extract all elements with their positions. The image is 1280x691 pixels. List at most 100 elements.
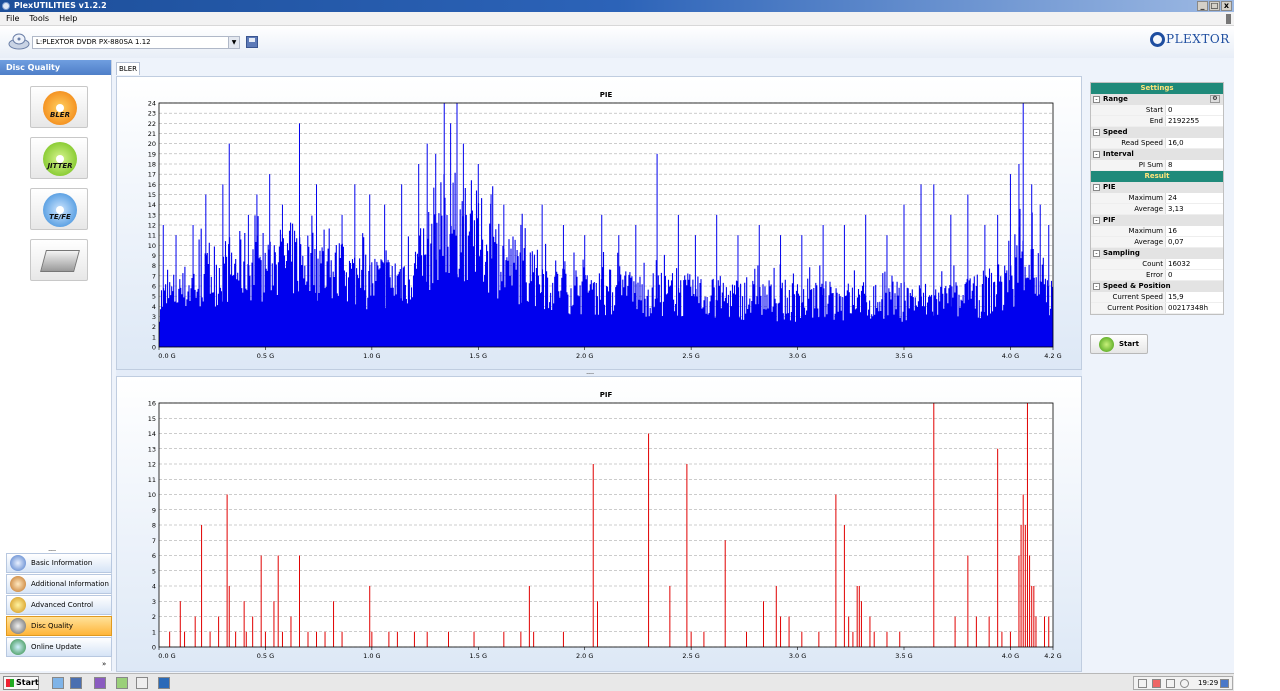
minimize-button[interactable]: _ <box>1197 1 1208 11</box>
app-taskbar-icon[interactable] <box>116 677 128 689</box>
nav-additional-information[interactable]: Additional Information <box>6 574 112 594</box>
pif-y-tick-label: 0 <box>152 644 156 652</box>
pi-sum-value[interactable]: 8 <box>1166 160 1223 170</box>
tray-security-icon[interactable] <box>1152 679 1161 688</box>
collapse-icon[interactable]: - <box>1093 283 1100 290</box>
tefe-disc-icon: TE/FE <box>43 193 77 227</box>
count-key: Count <box>1091 259 1166 269</box>
window-title: PlexUTILITIES v1.2.2 <box>14 1 107 10</box>
system-tray: 19:29 <box>1133 676 1233 690</box>
jitter-test-button[interactable]: JITTER <box>30 137 88 179</box>
pie-x-tick-label: 3.0 G <box>789 352 806 360</box>
network-icon[interactable] <box>70 677 82 689</box>
group-pie[interactable]: - PIE <box>1091 182 1223 193</box>
pie-title: PIE <box>600 91 613 99</box>
plexutilities-taskbar-icon[interactable] <box>136 677 148 689</box>
tray-expand-icon[interactable] <box>1138 679 1147 688</box>
current-speed-key: Current Speed <box>1091 292 1166 302</box>
jitter-label: JITTER <box>47 162 73 170</box>
pif-y-tick-label: 4 <box>152 583 156 591</box>
save-icon[interactable] <box>246 36 258 48</box>
pie-y-tick-label: 15 <box>148 191 156 199</box>
collapse-icon[interactable]: - <box>1093 96 1100 103</box>
collapse-icon[interactable]: - <box>1093 217 1100 224</box>
menu-tools[interactable]: Tools <box>29 14 49 23</box>
pie-y-tick-label: 8 <box>152 262 156 270</box>
collapse-icon[interactable]: - <box>1093 151 1100 158</box>
pif-chart-panel: PIF 0 1 2 3 4 5 6 7 8 9 10 11 12 13 14 15 16 0.0 G 0.5 G 1.0… <box>116 376 1082 672</box>
pie-x-tick-label: 2.5 G <box>682 352 699 360</box>
group-interval[interactable]: - Interval <box>1091 149 1223 160</box>
dropdown-arrow-icon[interactable]: ▼ <box>228 37 239 48</box>
network-tray-icon[interactable] <box>1166 679 1175 688</box>
start-button[interactable]: Start <box>1090 334 1148 354</box>
pif-x-tick-label: 2.5 G <box>682 652 699 660</box>
pif-title: PIF <box>600 391 613 399</box>
menu-bar: File Tools Help <box>0 12 1234 26</box>
menu-help[interactable]: Help <box>59 14 77 23</box>
start-button-label: Start <box>1119 340 1139 348</box>
row-count: Count 16032 <box>1091 259 1223 270</box>
show-desktop-icon[interactable] <box>1220 679 1229 688</box>
group-sampling[interactable]: - Sampling <box>1091 248 1223 259</box>
pie-y-tick-label: 17 <box>148 171 156 179</box>
window-taskbar-icon[interactable] <box>158 677 170 689</box>
cd-drive-icon <box>8 33 30 50</box>
maximize-button[interactable]: □ <box>1209 1 1220 11</box>
start-value[interactable]: 0 <box>1166 105 1223 115</box>
drive-test-button[interactable] <box>30 239 88 281</box>
nav-basic-information[interactable]: Basic Information <box>6 553 112 573</box>
tab-bler[interactable]: BLER <box>116 62 140 75</box>
row-pif-max: Maximum 16 <box>1091 226 1223 237</box>
pie-chart-panel: PIE 0 1 2 3 4 5 6 7 8 9 10 11 12 13 14 15 16 17 18 19 20 21 22 2… <box>116 76 1082 370</box>
close-button[interactable]: x <box>1221 1 1232 11</box>
current-position-key: Current Position <box>1091 303 1166 313</box>
pie-y-tick-label: 14 <box>148 201 156 209</box>
pif-x-tick-label: 2.0 G <box>576 652 593 660</box>
nav-online-update[interactable]: Online Update <box>6 637 112 657</box>
collapse-icon[interactable]: - <box>1093 250 1100 257</box>
drive-select-value: L:PLEXTOR DVDR PX-880SA 1.12 <box>36 38 151 46</box>
read-speed-value[interactable]: 16,0 <box>1166 138 1223 148</box>
nav-disc-quality[interactable]: Disc Quality <box>6 616 112 636</box>
title-bar: PlexUTILITIES v1.2.2 _ □ x <box>0 0 1234 12</box>
tefe-test-button[interactable]: TE/FE <box>30 188 88 230</box>
pie-y-tick-label: 9 <box>152 252 156 260</box>
pie-y-tick-label: 23 <box>148 110 156 118</box>
taskbar-start-button[interactable]: Start <box>3 676 39 690</box>
row-pie-max: Maximum 24 <box>1091 193 1223 204</box>
range-options-icon[interactable]: ⚙ <box>1210 95 1220 103</box>
nav-advanced-control[interactable]: Advanced Control <box>6 595 112 615</box>
end-value[interactable]: 2192255 <box>1166 116 1223 126</box>
volume-icon[interactable] <box>1180 679 1189 688</box>
group-speed[interactable]: - Speed <box>1091 127 1223 138</box>
folder-icon[interactable] <box>52 677 64 689</box>
pif-y-tick-label: 9 <box>152 506 156 514</box>
advanced-control-icon <box>10 597 26 613</box>
pif-y-tick-label: 14 <box>148 430 156 438</box>
chevron-down-icon[interactable]: » <box>102 660 106 668</box>
pie-y-tick-label: 12 <box>148 222 156 230</box>
settings-panel: Settings - Range ⚙ Start 0 End 2192255 - Sp… <box>1090 82 1224 315</box>
menu-file[interactable]: File <box>6 14 19 23</box>
group-range[interactable]: - Range ⚙ <box>1091 94 1223 105</box>
pie-y-tick-label: 21 <box>148 130 156 138</box>
group-pif[interactable]: - PIF <box>1091 215 1223 226</box>
jitter-disc-icon: JITTER <box>43 142 77 176</box>
bler-test-button[interactable]: BLER <box>30 86 88 128</box>
menu-grip[interactable] <box>1226 14 1231 24</box>
pif-x-tick-label: 4.0 G <box>1002 652 1019 660</box>
pie-y-tick-label: 16 <box>148 181 156 189</box>
bler-label: BLER <box>50 111 70 119</box>
pif-y-tick-label: 8 <box>152 522 156 530</box>
read-speed-key: Read Speed <box>1091 138 1166 148</box>
collapse-icon[interactable]: - <box>1093 129 1100 136</box>
start-key: Start <box>1091 105 1166 115</box>
pif-y-tick-label: 6 <box>152 552 156 560</box>
pie-x-tick-label: 4.0 G <box>1002 352 1019 360</box>
group-speed-position[interactable]: - Speed & Position <box>1091 281 1223 292</box>
collapse-icon[interactable]: - <box>1093 184 1100 191</box>
drive-select[interactable]: L:PLEXTOR DVDR PX-880SA 1.12 ▼ <box>32 36 240 49</box>
pie-y-tick-label: 1 <box>152 333 156 341</box>
media-icon[interactable] <box>94 677 106 689</box>
